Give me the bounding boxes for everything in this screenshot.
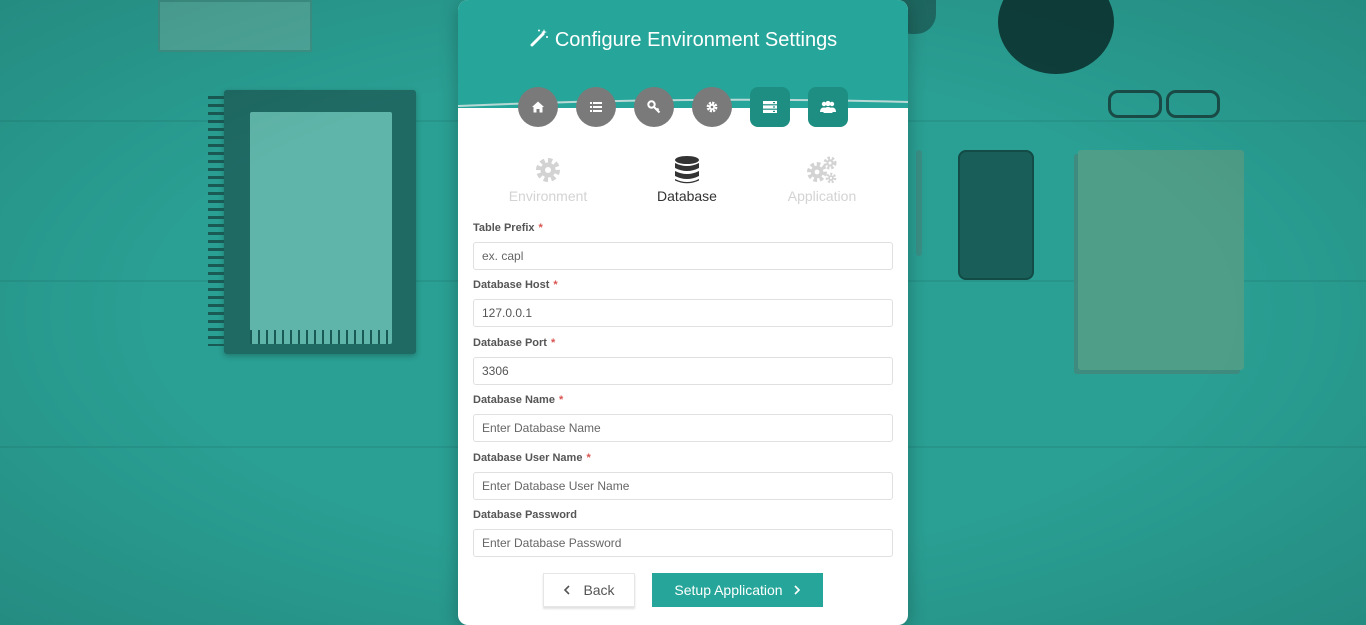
step-environment[interactable] xyxy=(750,87,790,127)
table-prefix-group: Table Prefix * xyxy=(473,220,893,270)
setup-application-label: Setup Application xyxy=(674,582,783,598)
table-prefix-input[interactable] xyxy=(473,242,893,270)
database-icon xyxy=(675,156,699,184)
step-users[interactable] xyxy=(808,87,848,127)
db-port-input[interactable] xyxy=(473,357,893,385)
db-password-label: Database Password xyxy=(473,509,577,521)
gear-icon xyxy=(536,158,560,182)
db-name-group: Database Name * xyxy=(473,392,893,442)
db-password-group: Database Password xyxy=(473,507,893,557)
installer-card: Configure Environment Settings Environme… xyxy=(458,0,908,625)
tab-environment-label: Environment xyxy=(508,188,588,204)
gears-icon xyxy=(807,156,837,184)
step-permissions[interactable] xyxy=(634,87,674,127)
db-user-group: Database User Name * xyxy=(473,450,893,500)
setup-application-button[interactable]: Setup Application xyxy=(652,573,823,607)
back-button-label: Back xyxy=(583,582,615,598)
db-host-input[interactable] xyxy=(473,299,893,327)
page-title-text: Configure Environment Settings xyxy=(554,29,838,51)
magic-wand-icon xyxy=(529,28,549,54)
db-host-label: Database Host * xyxy=(473,279,558,291)
tab-environment[interactable]: Environment xyxy=(478,154,618,204)
db-host-group: Database Host * xyxy=(473,277,893,327)
table-prefix-label: Table Prefix * xyxy=(473,222,543,234)
db-name-label: Database Name * xyxy=(473,394,564,406)
chevron-right-icon xyxy=(793,583,801,598)
db-name-input[interactable] xyxy=(473,414,893,442)
chevron-left-icon xyxy=(563,583,571,598)
home-icon xyxy=(532,101,544,113)
db-user-label: Database User Name * xyxy=(473,452,591,464)
page-title: Configure Environment Settings xyxy=(458,28,908,54)
db-password-input[interactable] xyxy=(473,529,893,557)
step-home[interactable] xyxy=(518,87,558,127)
list-icon xyxy=(590,102,602,112)
tab-database-label: Database xyxy=(657,188,717,204)
tab-application[interactable]: Application xyxy=(752,154,892,204)
step-requirements[interactable] xyxy=(576,87,616,127)
tab-application-label: Application xyxy=(787,188,857,204)
db-port-label: Database Port * xyxy=(473,337,556,349)
config-tabs: Environment Database Application xyxy=(458,154,908,210)
key-icon xyxy=(647,100,661,114)
db-user-input[interactable] xyxy=(473,472,893,500)
db-port-group: Database Port * xyxy=(473,335,893,385)
step-settings[interactable] xyxy=(692,87,732,127)
back-button[interactable]: Back xyxy=(543,573,635,607)
tab-database[interactable]: Database xyxy=(617,154,757,204)
server-icon xyxy=(763,101,777,113)
gear-icon xyxy=(706,101,718,113)
users-icon xyxy=(820,100,836,113)
